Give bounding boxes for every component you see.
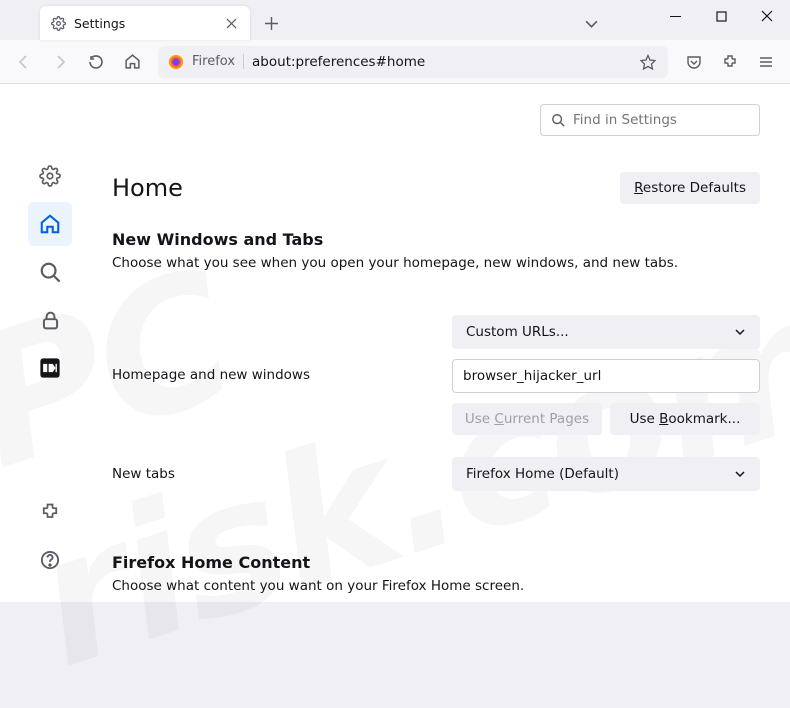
section-subtext: Choose what you see when you open your h… bbox=[112, 255, 760, 271]
find-in-settings[interactable] bbox=[540, 104, 760, 136]
reload-button[interactable] bbox=[80, 46, 112, 78]
page-title: Home bbox=[112, 174, 620, 202]
gear-icon bbox=[50, 15, 66, 31]
restore-defaults-button[interactable]: Restore Defaults bbox=[620, 172, 760, 204]
tabs-dropdown-icon[interactable] bbox=[576, 8, 606, 38]
maximize-button[interactable] bbox=[698, 0, 744, 32]
new-tab-button[interactable] bbox=[256, 8, 286, 38]
forward-button[interactable] bbox=[44, 46, 76, 78]
newtabs-select[interactable]: Firefox Home (Default) bbox=[452, 457, 760, 491]
toolbar: Firefox about:preferences#home bbox=[0, 40, 790, 84]
browser-tab[interactable]: Settings bbox=[40, 6, 250, 40]
menu-icon[interactable] bbox=[750, 46, 782, 78]
urlbar-identity: Firefox bbox=[192, 54, 244, 69]
urlbar-text: about:preferences#home bbox=[252, 54, 630, 70]
titlebar: Settings bbox=[0, 0, 790, 40]
settings-main: Home Restore Defaults New Windows and Ta… bbox=[100, 84, 790, 602]
section-title-2: Firefox Home Content bbox=[112, 553, 760, 572]
homepage-select[interactable]: Custom URLs... bbox=[452, 315, 760, 349]
homepage-url-input[interactable] bbox=[452, 359, 760, 393]
content-area: PCrisk.com H bbox=[0, 84, 790, 602]
minimize-button[interactable] bbox=[652, 0, 698, 32]
use-bookmark-button[interactable]: Use Bookmark... bbox=[610, 403, 760, 435]
newtabs-select-value: Firefox Home (Default) bbox=[466, 466, 619, 482]
chevron-down-icon bbox=[734, 468, 746, 480]
extensions-icon[interactable] bbox=[714, 46, 746, 78]
sidebar-search[interactable] bbox=[28, 250, 72, 294]
window-controls bbox=[652, 0, 790, 32]
bookmark-star-icon[interactable] bbox=[638, 52, 658, 72]
search-icon bbox=[551, 113, 565, 127]
firefox-logo-icon bbox=[168, 54, 184, 70]
url-bar[interactable]: Firefox about:preferences#home bbox=[158, 46, 668, 78]
sidebar-home[interactable] bbox=[28, 202, 72, 246]
sidebar-extensions[interactable] bbox=[28, 490, 72, 534]
sidebar-privacy[interactable] bbox=[28, 298, 72, 342]
use-current-pages-button[interactable]: Use Current Pages bbox=[452, 403, 602, 435]
sidebar-more[interactable] bbox=[28, 346, 72, 390]
section-subtext-2: Choose what content you want on your Fir… bbox=[112, 578, 760, 594]
find-in-settings-input[interactable] bbox=[573, 112, 749, 128]
close-icon[interactable] bbox=[222, 14, 240, 32]
back-button[interactable] bbox=[8, 46, 40, 78]
chevron-down-icon bbox=[734, 326, 746, 338]
newtabs-label: New tabs bbox=[112, 466, 432, 482]
home-button[interactable] bbox=[116, 46, 148, 78]
tab-title: Settings bbox=[74, 16, 214, 31]
settings-sidebar bbox=[0, 84, 100, 602]
section-title: New Windows and Tabs bbox=[112, 230, 760, 249]
sidebar-general[interactable] bbox=[28, 154, 72, 198]
pocket-icon[interactable] bbox=[678, 46, 710, 78]
close-window-button[interactable] bbox=[744, 0, 790, 32]
homepage-select-value: Custom URLs... bbox=[466, 324, 569, 340]
sidebar-help[interactable] bbox=[28, 538, 72, 582]
homepage-label: Homepage and new windows bbox=[112, 367, 432, 383]
